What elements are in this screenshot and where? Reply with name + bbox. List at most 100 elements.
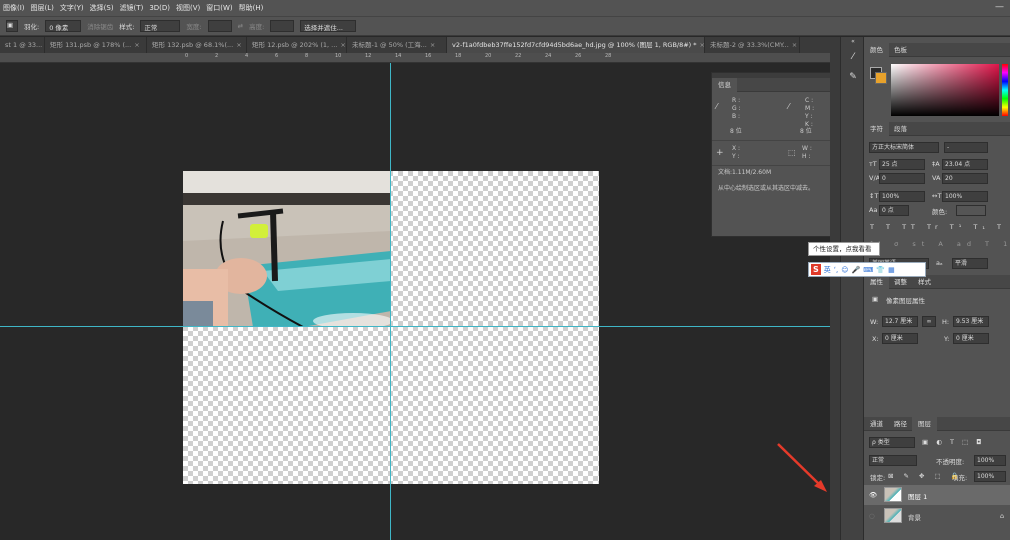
tab-character[interactable]: 字符 xyxy=(864,122,889,136)
layer-name[interactable]: 背景 xyxy=(908,512,921,522)
layer-row-background[interactable]: ○ 背景 ⌂ xyxy=(864,506,1010,526)
layer-name[interactable]: 图层 1 xyxy=(908,491,927,501)
microphone-icon[interactable]: 🎤 xyxy=(852,266,861,274)
tab-paths[interactable]: 路径 xyxy=(888,417,913,431)
menu-filter[interactable]: 滤镜(T) xyxy=(117,3,147,13)
menu-type[interactable]: 文字(Y) xyxy=(57,3,87,13)
baseline-shift-field[interactable]: 0 点 xyxy=(879,205,909,216)
menu-help[interactable]: 帮助(H) xyxy=(236,3,267,13)
visibility-toggle[interactable]: ○ xyxy=(869,512,875,520)
panel-collapse-strip[interactable] xyxy=(830,37,840,540)
pen-tool-icon[interactable]: ✎ xyxy=(845,69,861,85)
skin-icon[interactable]: 👕 xyxy=(876,266,885,274)
close-icon[interactable]: × xyxy=(792,41,797,49)
layer-row-layer-1[interactable]: 👁 图层 1 xyxy=(864,485,1010,505)
layer-kind-filter[interactable]: ρ 类型 xyxy=(869,437,915,448)
link-dimensions-icon[interactable]: ∞ xyxy=(922,316,936,327)
document-tabs: st 1 @ 33...× 矩形 131.psb @ 178% (...× 矩形… xyxy=(0,37,840,53)
tab-doc-4[interactable]: 矩形 12.psb @ 202% (1, ... × xyxy=(247,37,347,53)
layer-height-field[interactable]: 9.53 厘米 xyxy=(953,316,989,327)
visibility-eye-icon[interactable]: 👁 xyxy=(869,491,877,499)
menu-layer[interactable]: 图层(L) xyxy=(28,3,57,13)
vertical-scale-field[interactable]: 100% xyxy=(879,191,925,202)
swap-icon[interactable]: ⇄ xyxy=(238,22,243,30)
tab-channels[interactable]: 通道 xyxy=(864,417,889,431)
brush-tool-icon[interactable]: ⁄ xyxy=(845,49,861,65)
antialias-checkbox[interactable]: 消除锯齿 xyxy=(87,21,113,31)
close-icon[interactable]: × xyxy=(340,41,345,49)
eyedropper-icon: ⁄ xyxy=(716,102,718,111)
menu-select[interactable]: 选择(S) xyxy=(87,3,117,13)
feather-input[interactable]: 0 像素 xyxy=(45,20,82,32)
hue-slider[interactable] xyxy=(1002,64,1008,116)
guide-horizontal[interactable] xyxy=(0,326,830,327)
layer-filter-icons[interactable]: ▣ ◐ T ⬚ ◘ xyxy=(922,438,984,446)
layer-y-field[interactable]: 0 厘米 xyxy=(953,333,989,344)
font-size-field[interactable]: 25 点 xyxy=(879,159,925,170)
guide-vertical[interactable] xyxy=(390,63,391,540)
height-input[interactable] xyxy=(270,20,295,32)
ime-language-toggle[interactable]: 英 xyxy=(824,265,831,275)
text-color-swatch[interactable] xyxy=(956,205,986,216)
kerning-field[interactable]: 0 xyxy=(879,173,925,184)
tab-layers[interactable]: 图层 xyxy=(912,417,937,431)
antialias-select[interactable]: 平滑 xyxy=(952,258,988,269)
layer-width-field[interactable]: 12.7 厘米 xyxy=(882,316,918,327)
ime-logo[interactable]: S xyxy=(811,264,821,275)
horizontal-scale-field[interactable]: 100% xyxy=(942,191,988,202)
tracking-field[interactable]: 20 xyxy=(942,173,988,184)
tab-properties[interactable]: 属性 xyxy=(864,275,889,289)
text-style-buttons[interactable]: T T TT Tr T¹ T₁ T T xyxy=(870,223,1010,231)
tool-preset-icon[interactable]: ▣ xyxy=(6,20,18,32)
canvas-area[interactable] xyxy=(0,63,830,540)
color-picker-field[interactable] xyxy=(891,64,999,116)
expand-panels-icon[interactable]: « xyxy=(845,37,861,47)
menu-view[interactable]: 视图(V) xyxy=(173,3,203,13)
tab-paragraph[interactable]: 段落 xyxy=(888,122,913,136)
background-color-swatch[interactable] xyxy=(875,72,887,84)
tab-styles[interactable]: 样式 xyxy=(912,275,937,289)
bicycle-photo-layer[interactable] xyxy=(183,171,391,327)
leading-icon: ‡A xyxy=(932,160,940,168)
height-label: 高度: xyxy=(249,23,265,31)
toolbox-icon[interactable]: ▦ xyxy=(888,266,895,274)
emoji-icon[interactable]: ☺ xyxy=(841,266,848,274)
font-style-select[interactable]: - xyxy=(944,142,988,153)
tab-doc-1[interactable]: st 1 @ 33...× xyxy=(0,37,45,53)
tab-doc-7[interactable]: 未标题-2 @ 33.3%(CMY... × xyxy=(705,37,800,53)
tab-adjustments[interactable]: 调整 xyxy=(888,275,913,289)
horizontal-ruler[interactable]: 0 2 4 6 8 10 12 14 16 18 20 22 24 26 28 xyxy=(0,53,840,63)
select-and-mask-button[interactable]: 选择并遮住... xyxy=(300,20,357,32)
fill-field[interactable]: 100% xyxy=(974,471,1006,482)
opacity-field[interactable]: 100% xyxy=(974,455,1006,466)
blend-mode-select[interactable]: 正常 xyxy=(869,455,917,466)
close-icon[interactable]: × xyxy=(430,41,435,49)
leading-field[interactable]: 23.04 点 xyxy=(942,159,988,170)
tab-doc-2[interactable]: 矩形 131.psb @ 178% (... × xyxy=(45,37,147,53)
menu-window[interactable]: 窗口(W) xyxy=(203,3,235,13)
menu-image[interactable]: 图像(I) xyxy=(0,3,28,13)
font-family-select[interactable]: 方正大标宋简体 xyxy=(869,142,939,153)
tab-doc-active[interactable]: v2-f1a0fdbeb37ffe152fd7cfd94d5bd6ae_hd.j… xyxy=(447,37,705,53)
tab-color[interactable]: 颜色 xyxy=(864,43,889,57)
ruler-tick: 18 xyxy=(455,53,462,59)
width-input[interactable] xyxy=(207,20,232,32)
close-icon[interactable]: × xyxy=(134,41,139,49)
tab-doc-5[interactable]: 未标题-1 @ 50% (工海... × xyxy=(347,37,447,53)
close-icon[interactable]: × xyxy=(236,41,241,49)
punctuation-icon[interactable]: ʻ, xyxy=(834,266,838,274)
tab-info[interactable]: 信息 xyxy=(712,78,737,92)
opentype-buttons[interactable]: fi σ st A ad T 1st ½ xyxy=(870,240,1010,248)
menu-3d[interactable]: 3D(D) xyxy=(146,4,173,12)
tab-doc-3[interactable]: 矩形 132.psb @ 68.1%(... × xyxy=(147,37,247,53)
style-select[interactable]: 正常 xyxy=(140,20,181,32)
lock-icon: ⌂ xyxy=(1000,512,1005,520)
keyboard-icon[interactable]: ⌨ xyxy=(863,266,873,274)
window-controls: — xyxy=(995,2,1004,12)
height-label: H: xyxy=(942,318,950,326)
tab-swatches[interactable]: 色板 xyxy=(888,43,913,57)
layer-x-field[interactable]: 0 厘米 xyxy=(882,333,918,344)
ruler-tick: 24 xyxy=(545,53,552,59)
document-canvas[interactable] xyxy=(183,171,599,484)
minimize-icon[interactable]: — xyxy=(995,2,1004,12)
